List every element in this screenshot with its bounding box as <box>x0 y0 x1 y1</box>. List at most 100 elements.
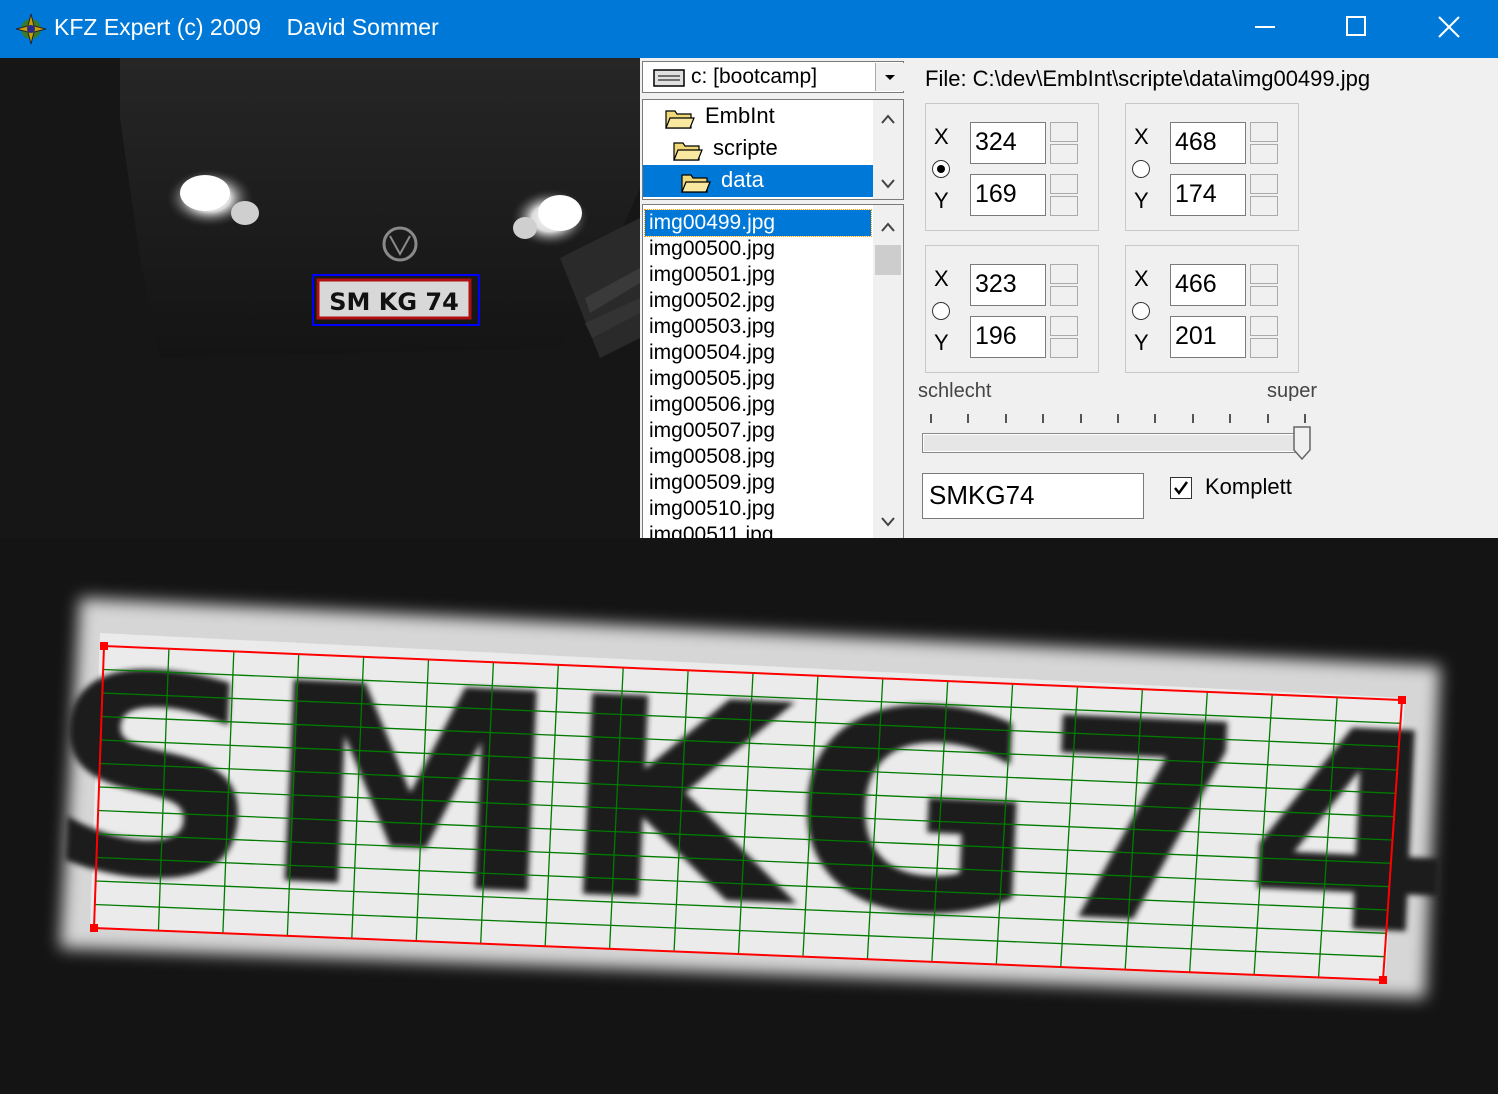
point-radio[interactable] <box>932 302 950 320</box>
maximize-button[interactable] <box>1311 0 1403 56</box>
plate-result-input[interactable]: SMKG74 <box>922 473 1144 519</box>
corner-handle[interactable] <box>1379 976 1387 984</box>
folder-item-data[interactable]: data <box>643 165 873 197</box>
slider-tick <box>1117 414 1119 423</box>
checkmark-icon <box>1174 481 1189 496</box>
minimize-button[interactable] <box>1219 0 1311 56</box>
quality-high-label: super <box>1267 380 1318 402</box>
drive-select[interactable]: c: [bootcamp] <box>642 61 904 93</box>
minimize-icon <box>1255 26 1275 28</box>
slider-tick <box>1229 414 1232 423</box>
app-logo-icon[interactable] <box>14 12 48 46</box>
close-icon <box>1438 16 1460 38</box>
x-label: X <box>1134 266 1149 291</box>
file-scrollbar[interactable] <box>873 205 903 538</box>
file-list-item[interactable]: img00505.jpg <box>649 366 775 392</box>
file-list-item[interactable]: img00503.jpg <box>649 314 775 340</box>
y-spinner[interactable] <box>1250 174 1278 216</box>
x-spinner[interactable] <box>1250 122 1278 164</box>
file-list-item[interactable]: img00509.jpg <box>649 470 775 496</box>
file-list-item[interactable]: img00511.jpg <box>649 522 774 538</box>
folder-label: scripte <box>713 135 778 160</box>
close-button[interactable] <box>1403 0 1495 56</box>
window-title: KFZ Expert (c) 2009 David Sommer <box>54 14 439 40</box>
quality-low-label: schlecht <box>918 380 992 402</box>
rectified-plate-view[interactable]: SMKG74 <box>0 538 1498 1094</box>
chevron-down-icon[interactable] <box>881 517 895 527</box>
x-input[interactable]: 466 <box>1170 264 1246 306</box>
complete-checkbox[interactable] <box>1170 477 1192 499</box>
folder-open-icon <box>673 142 703 161</box>
corner-handle[interactable] <box>1398 696 1406 704</box>
x-spinner[interactable] <box>1250 264 1278 306</box>
folder-scrollbar[interactable] <box>873 100 903 199</box>
folder-item-embint[interactable]: EmbInt <box>643 101 873 133</box>
slider-tick <box>967 414 970 423</box>
chevron-up-icon[interactable] <box>881 222 895 232</box>
folder-open-icon <box>681 174 711 193</box>
file-list-item[interactable]: img00508.jpg <box>649 444 775 470</box>
y-label: Y <box>1134 188 1149 213</box>
file-list-item[interactable]: img00504.jpg <box>649 340 775 366</box>
slider-tick <box>1079 414 1082 423</box>
slider-tick <box>1304 414 1306 423</box>
point-radio[interactable] <box>1132 160 1150 178</box>
drive-dropdown-button[interactable] <box>875 63 904 91</box>
quality-slider-fill <box>924 435 1295 451</box>
file-list-item[interactable]: img00499.jpg <box>644 209 872 237</box>
file-path-label: File: C:\dev\EmbInt\scripte\data\img0049… <box>925 66 1371 91</box>
file-list[interactable]: img00499.jpg img00500.jpg img00501.jpg img0… <box>642 204 904 538</box>
corner-handle[interactable] <box>90 924 98 932</box>
folder-label: EmbInt <box>705 103 775 128</box>
slider-tick <box>1154 414 1157 423</box>
y-input[interactable]: 196 <box>970 316 1046 358</box>
file-list-item[interactable]: img00506.jpg <box>649 392 775 418</box>
slider-tick <box>1004 414 1007 423</box>
point-group-bottom-right: X Y 466 201 <box>1125 245 1299 373</box>
plate-text-zoom: SMKG74 <box>38 613 1462 998</box>
y-label: Y <box>934 330 949 355</box>
y-input[interactable]: 174 <box>1170 174 1246 216</box>
slider-tick <box>930 414 932 423</box>
chevron-down-icon <box>885 75 895 80</box>
slider-tick <box>1042 414 1045 423</box>
camera-image-view[interactable]: SM KG 74 <box>0 58 640 538</box>
file-list-item[interactable]: img00500.jpg <box>649 236 775 262</box>
x-input[interactable]: 468 <box>1170 122 1246 164</box>
x-spinner[interactable] <box>1050 122 1078 164</box>
chevron-up-icon[interactable] <box>881 114 895 124</box>
slider-tick <box>1191 414 1194 423</box>
plate-text-small: SM KG 74 <box>329 288 459 316</box>
drive-icon <box>653 69 685 87</box>
car-photo: SM KG 74 <box>0 58 640 538</box>
quality-slider-thumb[interactable] <box>1293 426 1311 460</box>
point-radio[interactable] <box>932 160 950 178</box>
folder-tree[interactable]: EmbInt scripte data <box>642 99 904 200</box>
slider-tick <box>1266 414 1269 423</box>
y-label: Y <box>1134 330 1149 355</box>
corner-handle[interactable] <box>100 642 108 650</box>
chevron-down-icon[interactable] <box>881 179 895 189</box>
y-spinner[interactable] <box>1050 316 1078 358</box>
file-list-item[interactable]: img00510.jpg <box>649 496 775 522</box>
file-list-item[interactable]: img00501.jpg <box>649 262 775 288</box>
complete-checkbox-label: Komplett <box>1205 474 1292 499</box>
y-input[interactable]: 201 <box>1170 316 1246 358</box>
y-input[interactable]: 169 <box>970 174 1046 216</box>
x-label: X <box>934 266 949 291</box>
point-radio[interactable] <box>1132 302 1150 320</box>
x-input[interactable]: 323 <box>970 264 1046 306</box>
maximize-icon <box>1346 16 1366 36</box>
point-group-top-right: X Y 468 174 <box>1125 103 1299 231</box>
x-input[interactable]: 324 <box>970 122 1046 164</box>
folder-open-icon <box>665 110 695 129</box>
x-label: X <box>934 124 949 149</box>
drive-label: c: [bootcamp] <box>691 65 818 88</box>
y-spinner[interactable] <box>1250 316 1278 358</box>
y-spinner[interactable] <box>1050 174 1078 216</box>
scroll-thumb[interactable] <box>875 245 901 275</box>
x-spinner[interactable] <box>1050 264 1078 306</box>
file-list-item[interactable]: img00507.jpg <box>649 418 775 444</box>
file-list-item[interactable]: img00502.jpg <box>649 288 775 314</box>
folder-item-scripte[interactable]: scripte <box>643 133 873 165</box>
